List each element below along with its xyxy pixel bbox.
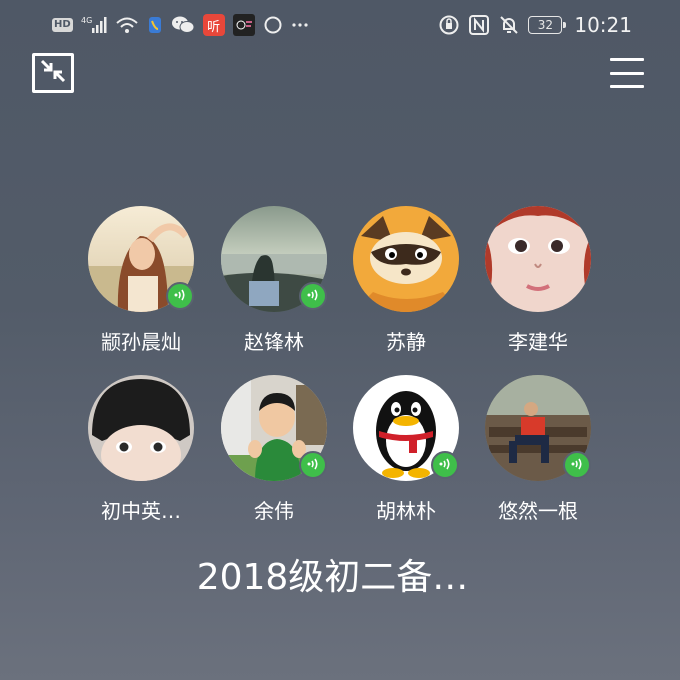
status-clock: 10:21 [574,13,632,37]
voice-wave-icon [438,456,452,475]
avatar-image [485,206,591,312]
avatar [88,375,194,481]
network-type-label: 4G [81,16,92,25]
member-name: 悠然一根 [498,499,578,523]
speaking-badge [299,451,327,479]
speaking-badge [431,451,459,479]
avatar [485,375,591,481]
menu-button[interactable] [610,58,644,88]
avatar [353,375,459,481]
mute-bell-icon [498,14,520,36]
member-tile[interactable]: 李建华 [473,206,603,355]
wifi-icon [115,15,139,35]
more-dots-icon [291,15,309,35]
member-tile[interactable]: 苏静 [341,206,471,355]
status-bar-right: 32 10:21 [438,13,632,37]
loading-circle-icon [263,15,283,35]
rotate-lock-icon [438,14,460,36]
member-name: 颛孙晨灿 [101,330,181,354]
member-tile[interactable]: 初中英… [76,375,206,524]
status-bar: HD 4G 听 32 10:21 [0,0,680,50]
member-name: 苏静 [386,330,426,354]
speaking-badge [299,282,327,310]
member-tile[interactable]: 赵锋林 [209,206,339,355]
member-name: 余伟 [254,499,294,523]
avatar [88,206,194,312]
battery-level: 32 [537,18,553,32]
member-name: 初中英… [101,499,181,523]
member-tile[interactable]: 余伟 [209,375,339,524]
avatar [485,206,591,312]
ting-app-icon: 听 [202,14,225,36]
member-name: 赵锋林 [244,330,304,354]
voice-wave-icon [173,287,187,306]
avatar-image [353,206,459,312]
wechat-icon [171,15,195,35]
hd-icon: HD [52,18,73,32]
member-tile[interactable]: 胡林朴 [341,375,471,524]
avatar [221,375,327,481]
group-title: 2018级初二备… [196,557,469,598]
member-tile[interactable]: 颛孙晨灿 [76,206,206,355]
speaking-badge [563,451,591,479]
signal-4g-icon: 4G [81,15,107,35]
status-bar-left: HD 4G 听 [52,14,309,36]
avatar [353,206,459,312]
voice-wave-icon [306,456,320,475]
voice-wave-icon [306,287,320,306]
avatar [221,206,327,312]
minimize-icon [38,57,68,89]
menu-icon-bar [610,85,644,88]
nfc-icon [468,14,490,36]
member-name: 李建华 [508,330,568,354]
menu-icon-bar [610,58,644,61]
voice-wave-icon [570,456,584,475]
member-tile[interactable]: 悠然一根 [473,375,603,524]
avatar-image [88,375,194,481]
member-name: 胡林朴 [376,499,436,523]
app-icon [232,14,255,36]
phone-app-icon [147,15,163,35]
battery-icon: 32 [528,16,567,34]
minimize-button[interactable] [32,53,74,93]
speaking-badge [166,282,194,310]
menu-icon-bar [610,71,644,75]
